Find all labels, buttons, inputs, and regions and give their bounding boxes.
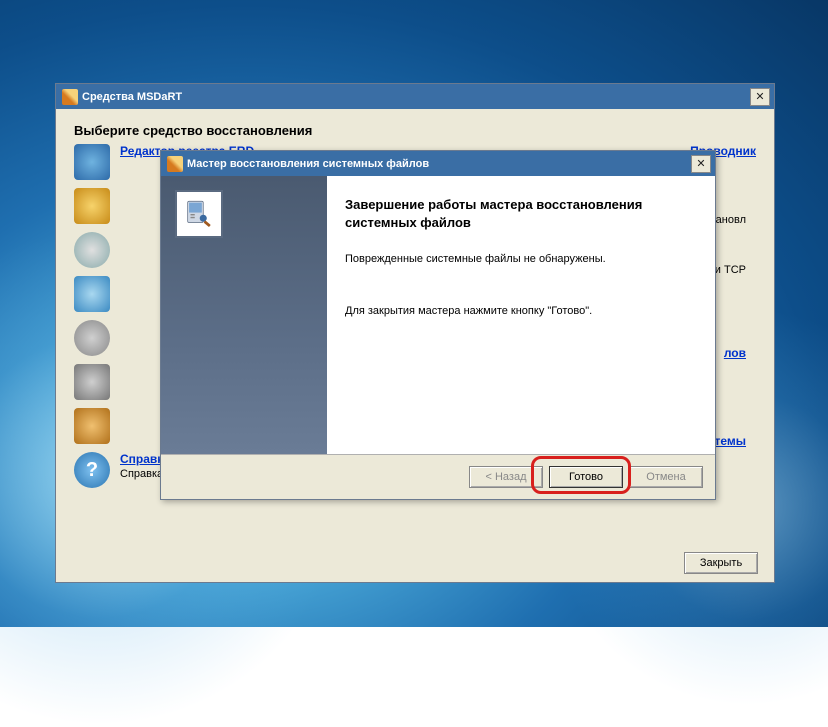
frag-text-1: ановл [716, 214, 746, 226]
section-heading: Выберите средство восстановления [74, 123, 756, 138]
wizard-titlebar[interactable]: Мастер восстановления системных файлов ✕ [161, 151, 715, 176]
wizard-title: Мастер восстановления системных файлов [187, 158, 691, 170]
wizard-footer: < Назад Готово Отмена [161, 455, 715, 499]
frag-text-2: и TCP [715, 264, 746, 276]
wizard-side-icon [175, 190, 223, 238]
frag-link-1[interactable]: лов [724, 346, 746, 360]
repair-icon [74, 408, 110, 444]
wizard-msg-1: Поврежденные системные файлы не обнаруже… [345, 253, 695, 265]
msdart-title: Средства MSDaRT [82, 91, 750, 103]
back-button[interactable]: < Назад [469, 466, 543, 488]
wizard-side-panel [161, 176, 327, 454]
msdart-footer: Закрыть [56, 544, 774, 582]
wizard-body: Завершение работы мастера восстановления… [161, 176, 715, 455]
wizard-close-icon[interactable]: ✕ [691, 155, 711, 173]
disk-icon [74, 320, 110, 356]
wizard-app-icon [167, 156, 183, 172]
lock-icon [74, 188, 110, 224]
finish-button[interactable]: Готово [549, 466, 623, 488]
msdart-app-icon [62, 89, 78, 105]
sfc-wizard-dialog: Мастер восстановления системных файлов ✕… [160, 150, 716, 500]
close-icon[interactable]: ✕ [750, 88, 770, 106]
wizard-content: Завершение работы мастера восстановления… [327, 176, 715, 454]
wizard-msg-2: Для закрытия мастера нажмите кнопку "Гот… [345, 305, 695, 317]
msdart-titlebar[interactable]: Средства MSDaRT ✕ [56, 84, 774, 109]
cancel-button[interactable]: Отмена [629, 466, 703, 488]
registry-icon [74, 144, 110, 180]
help-icon: ? [74, 452, 110, 488]
close-button[interactable]: Закрыть [684, 552, 758, 574]
wizard-heading: Завершение работы мастера восстановления… [345, 196, 695, 231]
search-icon [74, 232, 110, 268]
recycle-icon [74, 276, 110, 312]
wipe-icon [74, 364, 110, 400]
